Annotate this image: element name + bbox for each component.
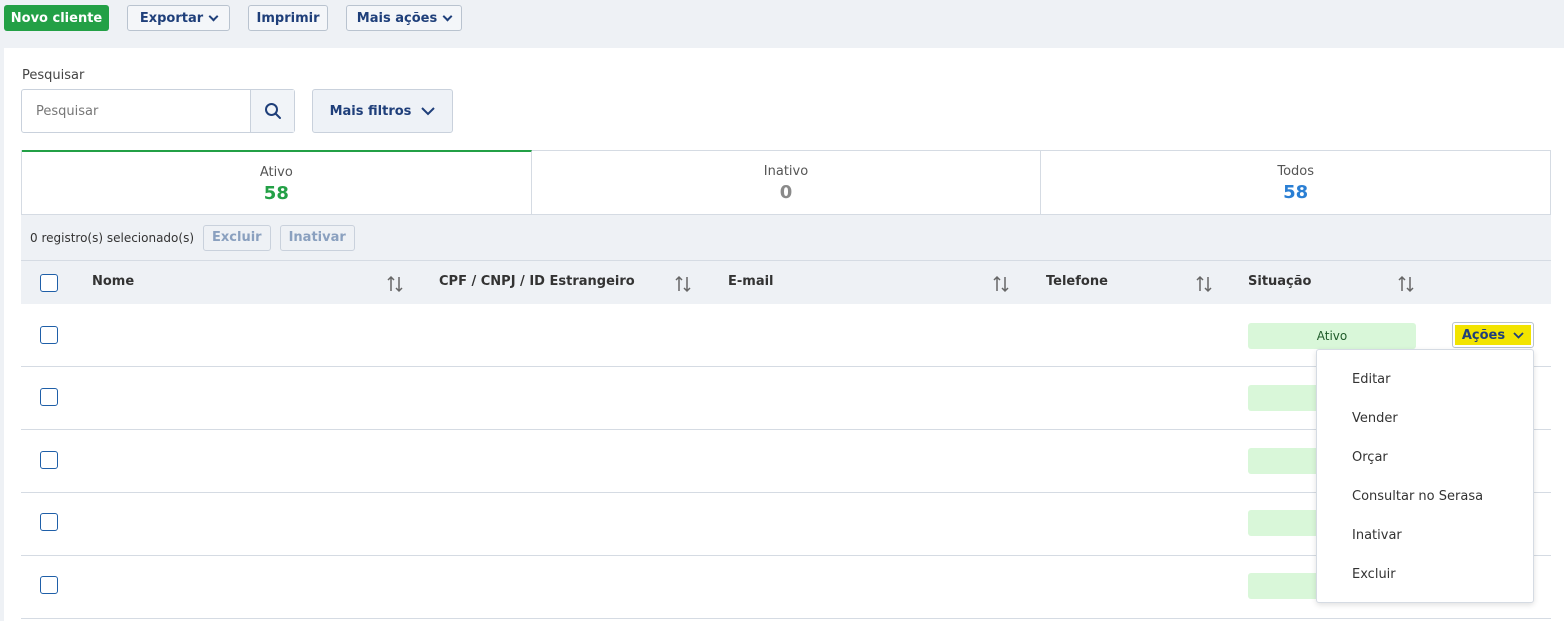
- row-checkbox[interactable]: [40, 388, 58, 406]
- more-filters-label: Mais filtros: [329, 103, 412, 119]
- row-checkbox[interactable]: [40, 576, 58, 594]
- column-header-name[interactable]: Nome: [92, 274, 134, 289]
- export-button[interactable]: Exportar: [127, 5, 230, 31]
- column-header-status[interactable]: Situação: [1248, 274, 1311, 289]
- bulk-deactivate-button[interactable]: Inativar: [279, 224, 355, 251]
- menu-item-serasa[interactable]: Consultar no Serasa: [1317, 477, 1533, 516]
- chevron-down-icon: [442, 11, 453, 21]
- tab-label: Todos: [1277, 164, 1315, 179]
- selection-count-text: 0 registro(s) selecionado(s): [30, 230, 195, 245]
- tab-count: 58: [263, 183, 289, 204]
- more-actions-button[interactable]: Mais ações: [346, 5, 462, 31]
- selection-bar: 0 registro(s) selecionado(s) Excluir Ina…: [21, 215, 1551, 260]
- more-actions-label: Mais ações: [356, 10, 438, 26]
- search-input[interactable]: [22, 90, 250, 132]
- search-box: [21, 89, 295, 133]
- row-actions-label: Ações: [1461, 327, 1506, 343]
- export-label: Exportar: [139, 10, 204, 26]
- bulk-delete-button[interactable]: Excluir: [203, 224, 271, 251]
- menu-item-edit[interactable]: Editar: [1317, 360, 1533, 399]
- sort-icon[interactable]: [1397, 275, 1415, 293]
- select-all-checkbox[interactable]: [40, 274, 58, 292]
- tab-label: Inativo: [763, 164, 809, 179]
- sort-icon[interactable]: [992, 275, 1010, 293]
- row-actions-highlight: Ações: [1455, 325, 1531, 345]
- tab-all[interactable]: Todos 58: [1041, 151, 1551, 214]
- tab-label: Ativo: [259, 165, 293, 180]
- status-badge: Ativo: [1248, 323, 1416, 349]
- sort-icon[interactable]: [386, 275, 404, 293]
- column-header-phone[interactable]: Telefone: [1046, 274, 1108, 289]
- more-filters-button[interactable]: Mais filtros: [312, 89, 453, 133]
- top-toolbar: Novo cliente Exportar Imprimir Mais açõe…: [0, 0, 1564, 46]
- search-icon: [264, 103, 281, 119]
- search-label: Pesquisar: [22, 68, 85, 83]
- chevron-down-icon: [1513, 331, 1524, 339]
- row-checkbox[interactable]: [40, 513, 58, 531]
- search-button[interactable]: [250, 90, 294, 132]
- status-tabs: Ativo 58 Inativo 0 Todos 58: [21, 150, 1551, 215]
- menu-item-delete[interactable]: Excluir: [1317, 555, 1533, 594]
- row-checkbox[interactable]: [40, 326, 58, 344]
- row-checkbox[interactable]: [40, 451, 58, 469]
- column-header-email[interactable]: E-mail: [728, 274, 774, 289]
- menu-item-deactivate[interactable]: Inativar: [1317, 516, 1533, 555]
- table-header: Nome CPF / CNPJ / ID Estrangeiro E-mail …: [21, 260, 1551, 304]
- print-button[interactable]: Imprimir: [248, 5, 328, 31]
- tab-count: 58: [1283, 182, 1309, 203]
- row-actions-button[interactable]: Ações: [1452, 322, 1534, 348]
- new-client-button[interactable]: Novo cliente: [4, 5, 109, 31]
- tab-active[interactable]: Ativo 58: [22, 150, 532, 214]
- sort-icon[interactable]: [674, 275, 692, 293]
- tab-inactive[interactable]: Inativo 0: [531, 151, 1042, 214]
- menu-item-quote[interactable]: Orçar: [1317, 438, 1533, 477]
- sort-icon[interactable]: [1195, 275, 1213, 293]
- menu-item-sell[interactable]: Vender: [1317, 399, 1533, 438]
- column-header-document[interactable]: CPF / CNPJ / ID Estrangeiro: [439, 274, 635, 289]
- tab-count: 0: [779, 182, 793, 203]
- chevron-down-icon: [208, 11, 219, 21]
- row-actions-menu: Editar Vender Orçar Consultar no Serasa …: [1316, 349, 1534, 603]
- chevron-down-icon: [421, 106, 436, 115]
